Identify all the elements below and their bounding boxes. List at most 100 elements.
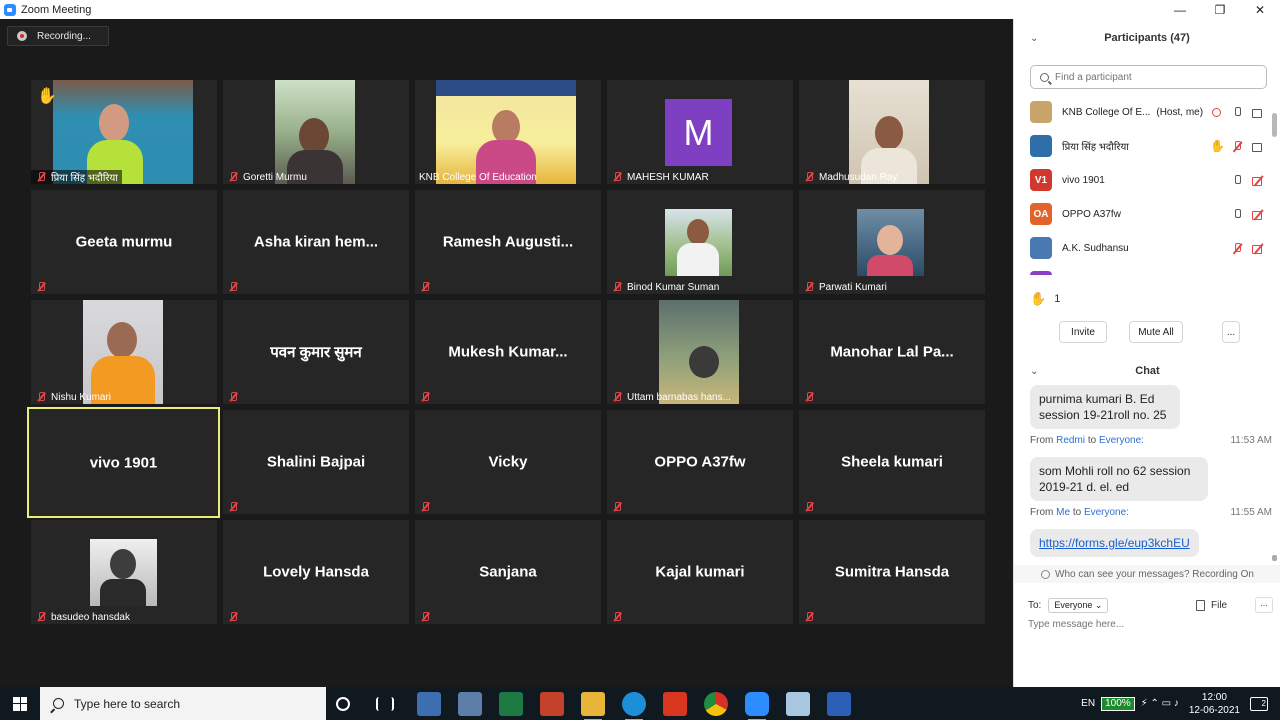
video-tile[interactable]: पवन कुमार सुमन xyxy=(223,300,409,404)
participant-search-input[interactable] xyxy=(1055,71,1255,83)
chat-more-button[interactable]: ... xyxy=(1255,597,1273,613)
taskbar-search[interactable]: Type here to search xyxy=(40,687,326,720)
minimize-button[interactable]: — xyxy=(1160,0,1200,19)
video-tile[interactable]: Sumitra Hansda xyxy=(799,520,985,624)
video-tile[interactable]: Uttam barnabas hans... xyxy=(607,300,793,404)
mute-all-button[interactable]: Mute All xyxy=(1129,321,1183,343)
collapse-chevron-icon[interactable]: ⌄ xyxy=(1030,366,1038,377)
collapse-chevron-icon[interactable]: ⌄ xyxy=(1030,33,1038,44)
participant-search[interactable] xyxy=(1030,65,1267,89)
video-tile-active-speaker[interactable]: vivo 1901 xyxy=(27,407,220,518)
avatar xyxy=(1030,271,1052,275)
clock-time: 12:00 xyxy=(1201,691,1227,703)
participant-row[interactable]: A.K. Sudhansu xyxy=(1014,231,1271,265)
chat-messages: purnima kumari B. Ed session 19-21roll n… xyxy=(1014,385,1276,561)
participant-row[interactable]: KNB College Of E... (Host, me) xyxy=(1014,95,1271,129)
chrome-icon[interactable] xyxy=(704,692,728,716)
more-button[interactable]: ... xyxy=(1222,321,1240,343)
participant-row[interactable]: प्रिया सिंह भदौरिया ✋ xyxy=(1014,129,1271,163)
participants-header: ⌄ Participants (47) xyxy=(1014,19,1280,57)
video-tile[interactable]: OPPO A37fw xyxy=(607,410,793,514)
participant-row-name: KNB College Of E... xyxy=(1062,106,1151,118)
video-tile[interactable]: Mukesh Kumar... xyxy=(415,300,601,404)
powerpoint-icon[interactable] xyxy=(540,692,564,716)
app-icon[interactable] xyxy=(417,692,441,716)
camera-off-icon[interactable] xyxy=(1252,174,1265,187)
camera-off-icon[interactable] xyxy=(1252,242,1265,255)
video-tile[interactable]: Binod Kumar Suman xyxy=(607,190,793,294)
notification-center-icon[interactable]: 2 xyxy=(1250,696,1268,711)
mic-muted-icon[interactable] xyxy=(1231,140,1244,153)
message-visibility-link[interactable]: Who can see your messages? Recording On xyxy=(1014,565,1280,583)
start-button[interactable] xyxy=(0,687,40,720)
video-tile[interactable]: Vicky xyxy=(415,410,601,514)
chat-message: https://forms.gle/eup3kchEU xyxy=(1030,529,1199,557)
battery-indicator[interactable]: 100% xyxy=(1101,696,1135,711)
tile-label xyxy=(607,500,627,514)
excel-icon[interactable] xyxy=(499,692,523,716)
video-tile[interactable]: Goretti Murmu xyxy=(223,80,409,184)
mic-icon[interactable] xyxy=(1231,208,1244,221)
video-tile[interactable]: Sanjana xyxy=(415,520,601,624)
video-tile[interactable]: Lovely Hansda xyxy=(223,520,409,624)
chat-message-input[interactable] xyxy=(1028,619,1268,630)
recipient-dropdown[interactable]: Everyone ⌄ xyxy=(1048,597,1109,613)
edge-icon[interactable] xyxy=(622,692,646,720)
video-tile[interactable]: basudeo hansdak xyxy=(31,520,217,624)
file-button[interactable]: File xyxy=(1196,599,1227,611)
participant-video xyxy=(83,300,163,404)
video-tile[interactable]: Sheela kumari xyxy=(799,410,985,514)
participant-row[interactable] xyxy=(1014,265,1271,275)
tray-icons[interactable]: ⚡ ⌃ ▭ ♪ xyxy=(1141,698,1179,709)
close-button[interactable]: ✕ xyxy=(1240,0,1280,19)
store-icon[interactable] xyxy=(458,692,482,716)
file-explorer-icon[interactable] xyxy=(581,692,605,720)
mic-muted-icon xyxy=(419,611,431,623)
word-icon[interactable] xyxy=(827,692,851,716)
side-panel: ⌄ Participants (47) KNB College Of E... … xyxy=(1013,19,1280,687)
video-tile[interactable]: Manohar Lal Pa... xyxy=(799,300,985,404)
language-indicator[interactable]: EN xyxy=(1081,698,1095,709)
video-tile[interactable]: Parwati Kumari xyxy=(799,190,985,294)
zoom-app-icon[interactable] xyxy=(745,692,769,720)
camera-icon[interactable] xyxy=(1252,140,1265,153)
chat-scrollbar[interactable] xyxy=(1272,385,1277,561)
mic-muted-icon xyxy=(611,171,623,183)
participant-video xyxy=(659,300,739,404)
mic-icon[interactable] xyxy=(1231,174,1244,187)
participant-row[interactable]: V1 vivo 1901 xyxy=(1014,163,1271,197)
app-icon[interactable] xyxy=(786,692,810,716)
participants-scrollbar[interactable] xyxy=(1272,113,1277,137)
chat-link[interactable]: https://forms.gle/eup3kchEU xyxy=(1039,536,1190,550)
video-tile[interactable]: KNB College Of Education xyxy=(415,80,601,184)
recording-indicator[interactable]: Recording... xyxy=(7,26,109,46)
title-bar: Zoom Meeting — ❐ ✕ xyxy=(0,0,1280,19)
video-tile[interactable]: M MAHESH KUMAR xyxy=(607,80,793,184)
raised-count: 1 xyxy=(1054,293,1061,305)
cortana-icon[interactable] xyxy=(336,697,350,711)
mic-muted-icon xyxy=(35,391,47,403)
clock[interactable]: 12:00 12-06-2021 xyxy=(1189,691,1240,717)
zoom-logo-icon xyxy=(4,3,16,16)
recording-icon xyxy=(17,31,27,41)
invite-button[interactable]: Invite xyxy=(1059,321,1107,343)
task-view-icon[interactable] xyxy=(376,697,394,711)
video-tile[interactable]: Geeta murmu xyxy=(31,190,217,294)
mic-icon[interactable] xyxy=(1231,106,1244,119)
participant-name: Mukesh Kumar... xyxy=(448,343,568,361)
video-tile[interactable]: Kajal kumari xyxy=(607,520,793,624)
video-tile[interactable]: Ramesh Augusti... xyxy=(415,190,601,294)
mic-muted-icon[interactable] xyxy=(1231,242,1244,255)
video-tile[interactable]: Madhusudan Ray xyxy=(799,80,985,184)
mic-muted-icon xyxy=(803,501,815,513)
office-icon[interactable] xyxy=(663,692,687,716)
maximize-button[interactable]: ❐ xyxy=(1200,0,1240,19)
video-tile[interactable]: Asha kiran hem... xyxy=(223,190,409,294)
participant-photo xyxy=(857,209,924,276)
participant-row[interactable]: OA OPPO A37fw xyxy=(1014,197,1271,231)
video-tile[interactable]: Shalini Bajpai xyxy=(223,410,409,514)
video-tile[interactable]: Nishu Kumari xyxy=(31,300,217,404)
video-tile[interactable]: ✋ प्रिया सिंह भदौरिया xyxy=(31,80,217,184)
camera-off-icon[interactable] xyxy=(1252,208,1265,221)
camera-icon[interactable] xyxy=(1252,106,1265,119)
